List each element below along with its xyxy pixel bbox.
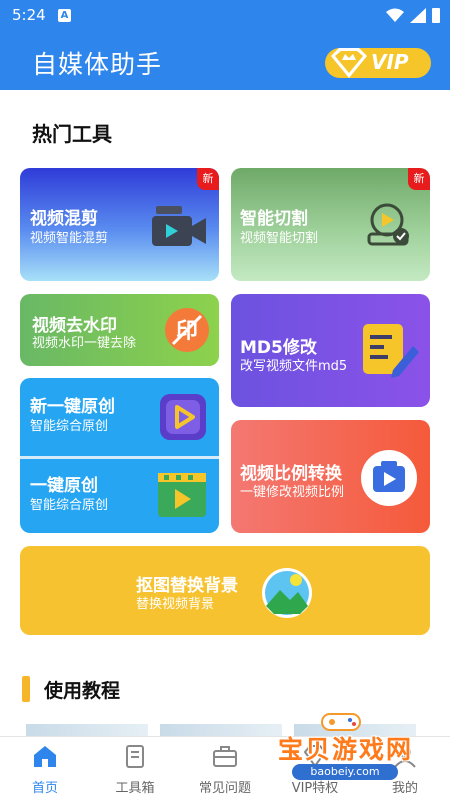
tool-card-group-original: 新一键原创 智能综合原创 一键原创 智能综合原创 xyxy=(20,378,219,533)
tool-card-subtitle: 视频水印一键去除 xyxy=(32,336,137,351)
aspect-ratio-icon xyxy=(361,450,417,506)
nav-label: 常见问题 xyxy=(198,781,251,796)
tool-card-subtitle: 智能综合原创 xyxy=(30,419,109,434)
nav-home[interactable]: 首页 xyxy=(0,737,90,800)
tool-card-one-click-original[interactable]: 一键原创 智能综合原创 xyxy=(20,459,219,533)
film-play-icon xyxy=(158,473,206,517)
main-content: 热门工具 视频混剪 视频智能混剪 新 智能切割 视频智能切割 新 视频去水印 视… xyxy=(0,90,450,736)
toolbox-icon xyxy=(126,745,144,768)
video-cut-icon xyxy=(367,203,409,246)
wifi-icon xyxy=(386,8,404,22)
tool-card-subtitle: 智能综合原创 xyxy=(30,498,109,513)
signal-icon xyxy=(410,8,426,23)
tool-card-subtitle: 视频智能切割 xyxy=(240,231,319,246)
vip-label: VIP xyxy=(371,50,409,74)
briefcase-icon xyxy=(213,746,237,767)
status-bar: 5:24 A xyxy=(0,0,450,32)
vip-button[interactable]: VIP xyxy=(325,48,431,78)
site-watermark: 宝贝游戏网 baobeiy.com xyxy=(270,706,430,790)
new-badge: 新 xyxy=(408,168,430,190)
tool-card-replace-background[interactable]: 抠图替换背景 替换视频背景 xyxy=(20,546,430,635)
tool-card-title: 视频混剪 xyxy=(30,209,98,229)
nav-toolbox[interactable]: 工具箱 xyxy=(90,737,180,800)
play-square-icon xyxy=(160,394,206,440)
tool-card-md5[interactable]: MD5修改 改写视频文件md5 xyxy=(231,294,430,407)
edit-document-icon xyxy=(363,324,419,378)
tool-card-video-mix[interactable]: 视频混剪 视频智能混剪 新 xyxy=(20,168,219,281)
watermark-text: 宝贝游戏网 xyxy=(278,735,414,764)
nav-label: 工具箱 xyxy=(115,781,155,796)
new-badge: 新 xyxy=(197,168,219,190)
notification-a-icon: A xyxy=(58,9,71,22)
vip-crown-gem-icon xyxy=(331,48,367,78)
app-title: 自媒体助手 xyxy=(32,50,163,79)
tool-card-smart-cut[interactable]: 智能切割 视频智能切割 新 xyxy=(231,168,430,281)
tool-card-subtitle: 替换视频背景 xyxy=(136,597,215,612)
tool-card-remove-watermark[interactable]: 视频去水印 视频水印一键去除 印 xyxy=(20,294,219,366)
landscape-icon xyxy=(262,568,312,618)
tool-card-subtitle: 改写视频文件md5 xyxy=(240,359,348,374)
tool-card-title: 一键原创 xyxy=(30,476,98,496)
app-bar: 自媒体助手 VIP xyxy=(0,32,450,90)
tool-card-subtitle: 一键修改视频比例 xyxy=(240,485,345,500)
tutorial-thumbnail[interactable] xyxy=(26,724,148,736)
status-time: 5:24 xyxy=(12,6,46,24)
home-icon xyxy=(34,746,56,767)
video-camera-icon xyxy=(152,206,206,246)
tool-card-subtitle: 视频智能混剪 xyxy=(30,231,109,246)
nav-label: 首页 xyxy=(31,781,58,796)
tutorial-accent-bar xyxy=(22,676,30,702)
tool-card-title: 智能切割 xyxy=(240,209,308,229)
watermark-url: baobeiy.com xyxy=(292,764,398,780)
battery-icon xyxy=(432,8,440,23)
tutorial-thumbnail[interactable] xyxy=(160,724,282,736)
tool-card-title: 新一键原创 xyxy=(30,397,115,417)
hot-tools-title: 热门工具 xyxy=(32,122,112,146)
tool-card-new-one-click-original[interactable]: 新一键原创 智能综合原创 xyxy=(20,378,219,456)
tutorial-title: 使用教程 xyxy=(44,680,121,702)
nav-faq[interactable]: 常见问题 xyxy=(180,737,270,800)
watermark-remove-icon: 印 xyxy=(165,308,209,352)
tool-card-aspect-ratio[interactable]: 视频比例转换 一键修改视频比例 xyxy=(231,420,430,533)
